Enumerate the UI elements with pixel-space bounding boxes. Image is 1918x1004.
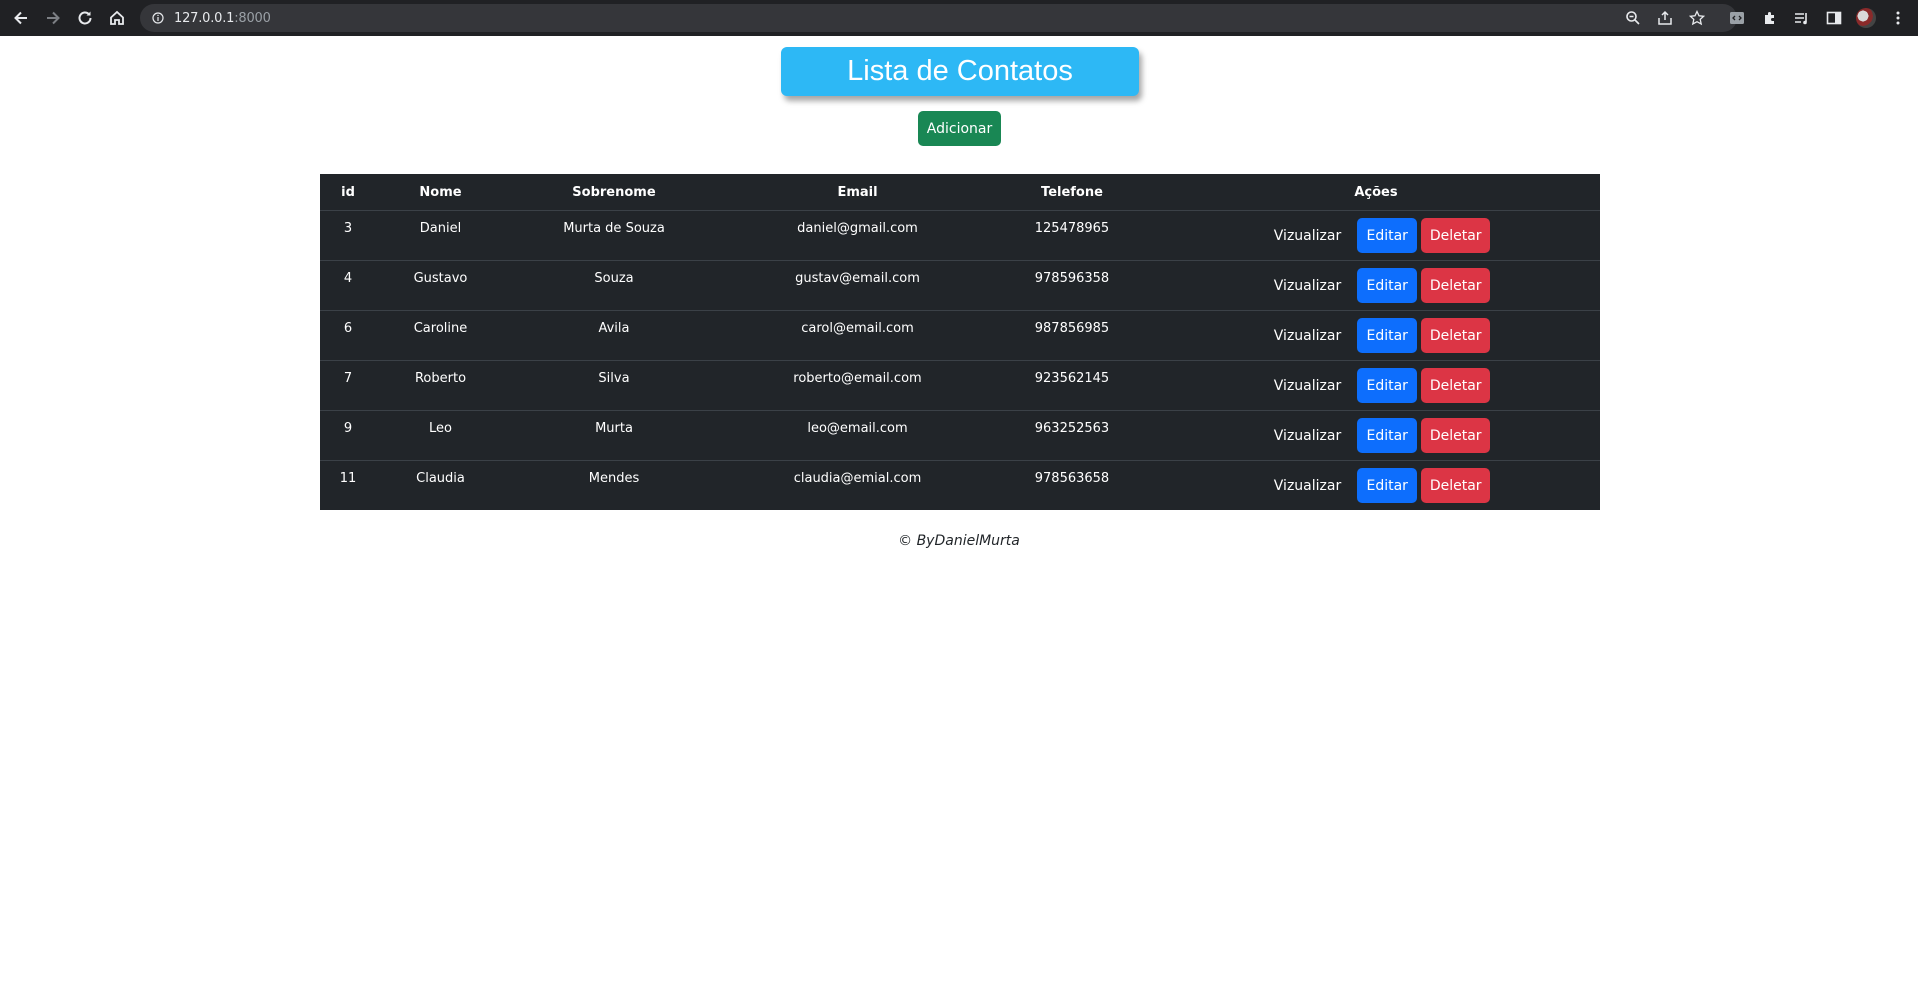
- contacts-table: id Nome Sobrenome Email Telefone Ações 3…: [320, 174, 1600, 510]
- view-button[interactable]: Vizualizar: [1262, 218, 1353, 253]
- star-icon[interactable]: [1689, 10, 1705, 26]
- cell-nome: Claudia: [416, 471, 465, 486]
- cell-sobrenome: Murta de Souza: [563, 221, 665, 236]
- table-header-row: id Nome Sobrenome Email Telefone Ações: [320, 174, 1600, 211]
- view-button[interactable]: Vizualizar: [1262, 318, 1353, 353]
- delete-button[interactable]: Deletar: [1421, 368, 1491, 403]
- cell-sobrenome: Avila: [598, 321, 630, 336]
- page-title: Lista de Contatos: [781, 47, 1139, 96]
- cell-telefone: 963252563: [1034, 421, 1110, 436]
- back-icon[interactable]: [9, 6, 33, 30]
- cell-telefone: 978563658: [1034, 471, 1110, 486]
- zoom-icon[interactable]: [1625, 10, 1641, 26]
- cell-telefone: 987856985: [1034, 321, 1110, 336]
- cell-nome: Daniel: [419, 221, 462, 236]
- cell-sobrenome: Souza: [594, 271, 634, 286]
- edit-button[interactable]: Editar: [1357, 268, 1418, 303]
- delete-button[interactable]: Deletar: [1421, 468, 1491, 503]
- cell-id: 9: [343, 421, 353, 436]
- cell-nome: Leo: [429, 421, 452, 436]
- sidebar-icon[interactable]: [1824, 8, 1844, 28]
- table-row: 6 Caroline Avila carol@email.com 9878569…: [320, 310, 1600, 361]
- delete-button[interactable]: Deletar: [1421, 418, 1491, 453]
- cell-nome: Gustavo: [413, 271, 468, 286]
- delete-button[interactable]: Deletar: [1421, 318, 1491, 353]
- table-row: 9 Leo Murta leo@email.com 963252563 Vizu…: [320, 410, 1600, 461]
- view-button[interactable]: Vizualizar: [1262, 468, 1353, 503]
- delete-button[interactable]: Deletar: [1421, 218, 1491, 253]
- cell-email: carol@email.com: [801, 321, 914, 336]
- table-row: 4 Gustavo Souza gustav@email.com 9785963…: [320, 260, 1600, 311]
- profile-avatar[interactable]: [1856, 8, 1876, 28]
- edit-button[interactable]: Editar: [1357, 418, 1418, 453]
- edit-button[interactable]: Editar: [1357, 468, 1418, 503]
- delete-button[interactable]: Deletar: [1421, 268, 1491, 303]
- forward-icon[interactable]: [41, 6, 65, 30]
- cell-telefone: 923562145: [1034, 371, 1110, 386]
- table-row: 7 Roberto Silva roberto@email.com 923562…: [320, 360, 1600, 411]
- cell-nome: Roberto: [414, 371, 467, 386]
- cell-id: 11: [339, 471, 357, 486]
- table-row: 11 Claudia Mendes claudia@emial.com 9785…: [320, 461, 1600, 511]
- devtools-extension-icon[interactable]: [1727, 8, 1747, 28]
- column-header-nome: Nome: [376, 174, 505, 211]
- cell-email: gustav@email.com: [795, 271, 920, 286]
- view-button[interactable]: Vizualizar: [1262, 268, 1353, 303]
- browser-toolbar: 127.0.0.1:8000: [0, 0, 1918, 36]
- table-row: 3 Daniel Murta de Souza daniel@gmail.com…: [320, 210, 1600, 261]
- add-contact-button[interactable]: Adicionar: [918, 111, 1001, 146]
- edit-button[interactable]: Editar: [1357, 318, 1418, 353]
- cell-sobrenome: Murta: [595, 421, 633, 436]
- avatar: [1856, 8, 1876, 28]
- url-host: 127.0.0.1: [174, 11, 235, 26]
- column-header-sobrenome: Sobrenome: [505, 174, 723, 211]
- url-text: 127.0.0.1:8000: [174, 11, 271, 26]
- column-header-telefone: Telefone: [992, 174, 1152, 211]
- cell-email: leo@email.com: [807, 421, 908, 436]
- info-icon[interactable]: [152, 12, 164, 24]
- cell-sobrenome: Silva: [598, 371, 630, 386]
- reload-icon[interactable]: [73, 6, 97, 30]
- edit-button[interactable]: Editar: [1357, 368, 1418, 403]
- cell-id: 3: [343, 221, 353, 236]
- address-bar[interactable]: 127.0.0.1:8000: [140, 4, 1737, 32]
- cell-email: daniel@gmail.com: [797, 221, 918, 236]
- cell-telefone: 125478965: [1034, 221, 1110, 236]
- footer-credit: © ByDanielMurta: [898, 533, 1020, 549]
- column-header-id: id: [320, 174, 376, 211]
- cell-email: roberto@email.com: [793, 371, 922, 386]
- puzzle-icon[interactable]: [1760, 8, 1780, 28]
- cell-telefone: 978596358: [1034, 271, 1110, 286]
- cell-id: 6: [343, 321, 353, 336]
- column-header-acoes: Ações: [1152, 174, 1600, 211]
- column-header-email: Email: [723, 174, 992, 211]
- url-port: :8000: [234, 11, 271, 26]
- reading-list-icon[interactable]: [1792, 8, 1812, 28]
- view-button[interactable]: Vizualizar: [1262, 418, 1353, 453]
- edit-button[interactable]: Editar: [1357, 218, 1418, 253]
- cell-email: claudia@emial.com: [793, 471, 922, 486]
- cell-id: 7: [343, 371, 353, 386]
- cell-nome: Caroline: [413, 321, 468, 336]
- cell-sobrenome: Mendes: [588, 471, 640, 486]
- menu-icon[interactable]: [1888, 8, 1908, 28]
- cell-id: 4: [343, 271, 353, 286]
- view-button[interactable]: Vizualizar: [1262, 368, 1353, 403]
- share-icon[interactable]: [1657, 10, 1673, 26]
- home-icon[interactable]: [105, 6, 129, 30]
